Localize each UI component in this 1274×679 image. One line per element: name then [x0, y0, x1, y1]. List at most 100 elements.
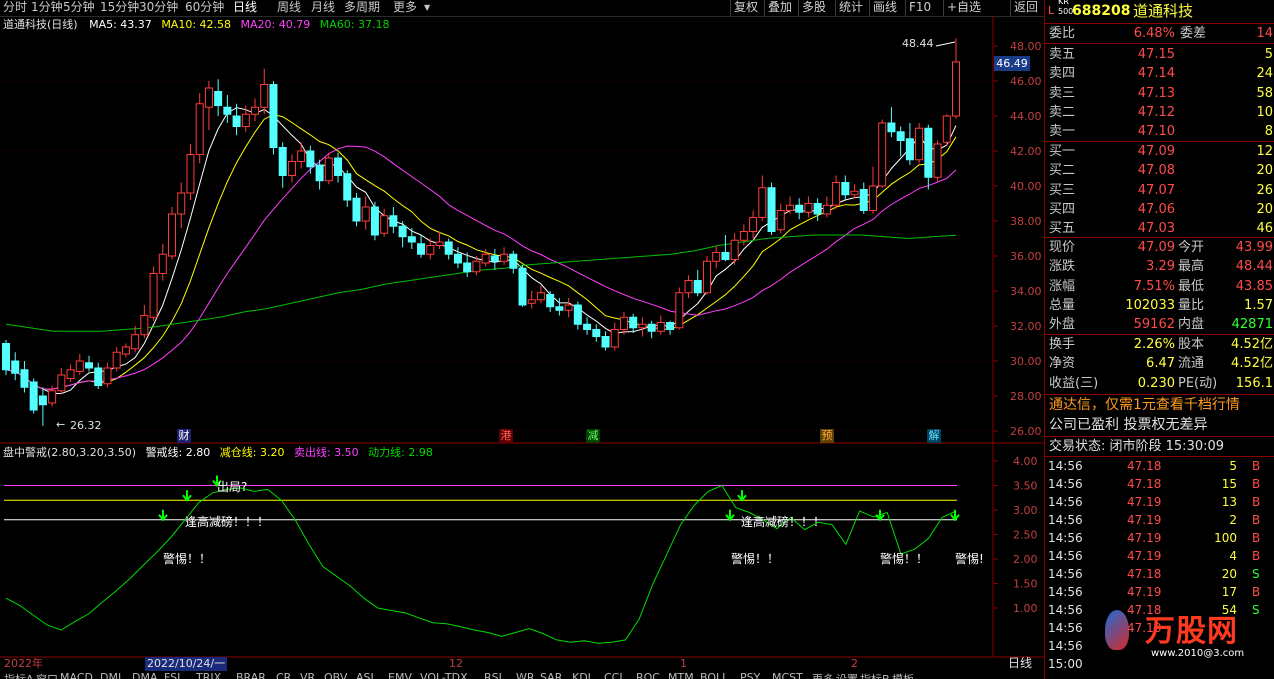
stat-label: 股本 — [1178, 337, 1205, 352]
indicator-tab-10[interactable]: OBV — [324, 671, 347, 679]
signal-arrow-icon — [725, 509, 735, 522]
indicator-tab-20[interactable]: MTM — [668, 671, 694, 679]
indicator-tab-19[interactable]: ROC — [636, 671, 660, 679]
price-tick: 34.00 — [1010, 285, 1042, 298]
indicator-title[interactable]: 盘中警戒(2.80,3.20,3.50) — [3, 446, 136, 459]
stat-value: 156.1 — [1235, 375, 1273, 391]
indicator-tab-5[interactable]: FSL — [164, 671, 183, 679]
candle-body — [555, 306, 564, 311]
indicator-tab-16[interactable]: SAR — [540, 671, 562, 679]
event-marker-fin[interactable]: 财 — [177, 429, 191, 443]
candle-body — [601, 336, 610, 348]
candle-body — [149, 273, 158, 318]
bid-price: 47.03 — [1137, 221, 1175, 237]
ask-row[interactable]: 卖三 47.13 58 — [1045, 84, 1274, 103]
stat-label: 现价 — [1049, 240, 1076, 255]
indicator-tab-12[interactable]: EMV — [388, 671, 412, 679]
tick-time: 14:56 — [1048, 621, 1083, 635]
indicator-tab-2[interactable]: MACD — [60, 671, 93, 679]
indicator-tab-21[interactable]: BOLL — [700, 671, 728, 679]
indicator-tab-17[interactable]: KDJ — [572, 671, 591, 679]
indicator-tab-18[interactable]: CCI — [604, 671, 623, 679]
stock-name: 道通科技 — [1133, 2, 1194, 20]
indicator-tab-7[interactable]: BRAR — [236, 671, 266, 679]
tick-price: 47.19 — [1127, 549, 1162, 563]
candle-body — [158, 253, 167, 274]
stat-value: 102033 — [1125, 297, 1175, 313]
bid-label: 买一 — [1049, 144, 1076, 159]
event-marker-forecast[interactable]: 预 — [820, 429, 834, 443]
indicator-tab-15[interactable]: WR — [516, 671, 535, 679]
tick-price: 47.19 — [1127, 495, 1162, 509]
bid-row[interactable]: 买一 47.09 12 — [1045, 142, 1274, 161]
kline-chart[interactable]: 48.00 46.00 44.00 42.00 40.00 38.00 36.00 34.00… — [0, 0, 1044, 679]
ask-row[interactable]: 卖二 47.12 10 — [1045, 103, 1274, 122]
indicator-tab-25[interactable]: 设置 — [836, 671, 858, 679]
indicator-tab-8[interactable]: CR — [276, 671, 291, 679]
candle-body — [287, 161, 296, 176]
indicator-tab-14[interactable]: RSI — [484, 671, 502, 679]
candle-body — [739, 231, 748, 241]
ask-row[interactable]: 卖五 47.15 5 — [1045, 45, 1274, 64]
bid-row[interactable]: 买四 47.06 20 — [1045, 200, 1274, 219]
bid-row[interactable]: 买五 47.03 46 — [1045, 219, 1274, 238]
price-tick: 30.00 — [1010, 355, 1042, 368]
event-marker-reduce[interactable]: 减 — [586, 429, 600, 443]
candle-body — [186, 154, 195, 194]
ask-row[interactable]: 卖四 47.14 24 — [1045, 64, 1274, 83]
indicator-tab-27[interactable]: 模板 — [892, 671, 914, 679]
candle-body — [260, 84, 269, 108]
indicator-tab-22[interactable]: PSY — [740, 671, 760, 679]
candle-body — [841, 182, 850, 196]
candle-body — [94, 367, 103, 386]
price-tick: 36.00 — [1010, 250, 1042, 263]
event-marker-unlock[interactable]: 解 — [927, 429, 941, 443]
promo-1[interactable]: 通达信，仅需1元查看千档行情 — [1045, 396, 1274, 415]
price-tick: 38.00 — [1010, 215, 1042, 228]
tick-row: 14:56 47.19 2 B — [1045, 511, 1274, 529]
promo-1-text: 通达信，仅需1元查看千档行情 — [1049, 397, 1240, 413]
watermark-url: www.2010@3.com — [1151, 648, 1245, 659]
indicator-tab-1[interactable]: 窗口 — [36, 671, 58, 679]
stat-label: 今开 — [1178, 240, 1205, 255]
reduce-annotation-1: 逢高减磅！！！ — [185, 515, 270, 529]
candle-body — [278, 147, 287, 176]
bid-row[interactable]: 买三 47.07 26 — [1045, 181, 1274, 200]
candle-body — [463, 262, 472, 273]
candle-body — [573, 304, 582, 325]
xaxis-cursor-date: 2022/10/24/一 — [145, 657, 228, 671]
candle-body — [546, 294, 555, 308]
ask-row[interactable]: 卖一 47.10 8 — [1045, 122, 1274, 141]
tick-time: 14:56 — [1048, 585, 1083, 599]
weicha-value: 14 — [1256, 26, 1273, 41]
high-arrow-icon — [935, 41, 956, 47]
ask-label: 卖五 — [1049, 47, 1076, 62]
indicator-tab-13[interactable]: VOL-TDX — [420, 671, 468, 679]
period-mode-label[interactable]: 日线 — [998, 656, 1042, 671]
watermark-text: 万股网 — [1145, 614, 1238, 649]
bid-row[interactable]: 买二 47.08 20 — [1045, 161, 1274, 180]
candle-body — [730, 239, 739, 260]
reduce-line-legend: 减仓线: 3.20 — [219, 446, 285, 459]
indicator-tab-9[interactable]: VR — [300, 671, 315, 679]
tick-volume: 2 — [1229, 513, 1237, 527]
candle-body — [952, 61, 960, 117]
event-marker-hk[interactable]: 港 — [499, 429, 513, 443]
stat-value: 6.47 — [1146, 356, 1175, 372]
candle-body — [832, 182, 841, 206]
indicator-tab-4[interactable]: DMA — [132, 671, 158, 679]
stat-value: 47.09 — [1137, 240, 1175, 255]
indicator-tab-3[interactable]: DMI — [100, 671, 121, 679]
indicator-tab-0[interactable]: 指标A — [4, 671, 34, 679]
indicator-tab-24[interactable]: 更多 — [812, 671, 834, 679]
candle-body — [380, 215, 389, 234]
indicator-tab-6[interactable]: TRIX — [196, 671, 221, 679]
indicator-tab-23[interactable]: MCST — [772, 671, 803, 679]
indicator-tab-26[interactable]: 指标B — [860, 671, 890, 679]
tick-volume: 17 — [1221, 585, 1237, 599]
indicator-tab-11[interactable]: ASI — [356, 671, 374, 679]
tick-row: 14:56 47.19 100 B — [1045, 529, 1274, 547]
ask-price: 47.10 — [1137, 124, 1175, 140]
reduce-annotation-2: 逢高减磅！！！ — [741, 515, 826, 529]
candle-body — [29, 381, 38, 411]
